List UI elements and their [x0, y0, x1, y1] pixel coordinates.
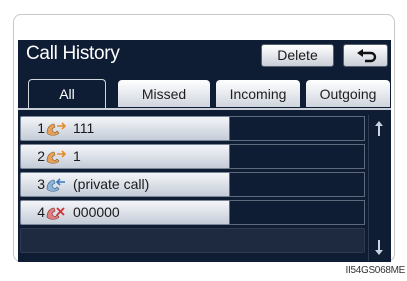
call-row[interactable]: 4 000000: [20, 200, 365, 225]
call-detail-area: [229, 200, 365, 225]
call-index: 3: [37, 176, 45, 192]
tab-incoming[interactable]: Incoming: [216, 80, 300, 107]
tab-bar-divider: [18, 108, 391, 110]
call-name: (private call): [73, 176, 150, 192]
back-button[interactable]: [343, 44, 388, 67]
call-index: 1: [37, 120, 45, 136]
call-history-screen: Call History Delete All Missed Incoming …: [18, 40, 391, 262]
call-name: 000000: [73, 204, 120, 220]
incoming-call-icon: [45, 177, 67, 198]
call-detail-area: [229, 116, 365, 141]
image-code-caption: II54GS068ME: [345, 265, 405, 276]
tab-all[interactable]: All: [28, 79, 106, 109]
call-row[interactable]: 2 1: [20, 144, 365, 169]
call-detail-area: [229, 172, 365, 197]
outgoing-call-icon: [45, 149, 67, 170]
call-row[interactable]: 1 111: [20, 116, 365, 141]
tab-outgoing[interactable]: Outgoing: [306, 80, 390, 107]
call-row[interactable]: 3 (private call): [20, 172, 365, 197]
tab-missed[interactable]: Missed: [118, 80, 210, 107]
call-index: 2: [37, 148, 45, 164]
empty-row: [20, 228, 365, 253]
scrollbar[interactable]: [368, 115, 389, 261]
call-index: 4: [37, 204, 45, 220]
delete-button[interactable]: Delete: [261, 44, 334, 67]
scroll-up-icon[interactable]: [373, 119, 385, 139]
call-detail-area: [229, 144, 365, 169]
screen-title: Call History: [26, 43, 120, 64]
back-arrow-icon: [357, 49, 377, 63]
scroll-down-icon[interactable]: [373, 237, 385, 257]
missed-call-icon: [45, 205, 67, 226]
call-name: 111: [73, 120, 95, 136]
outgoing-call-icon: [45, 121, 67, 142]
call-name: 1: [73, 148, 81, 164]
